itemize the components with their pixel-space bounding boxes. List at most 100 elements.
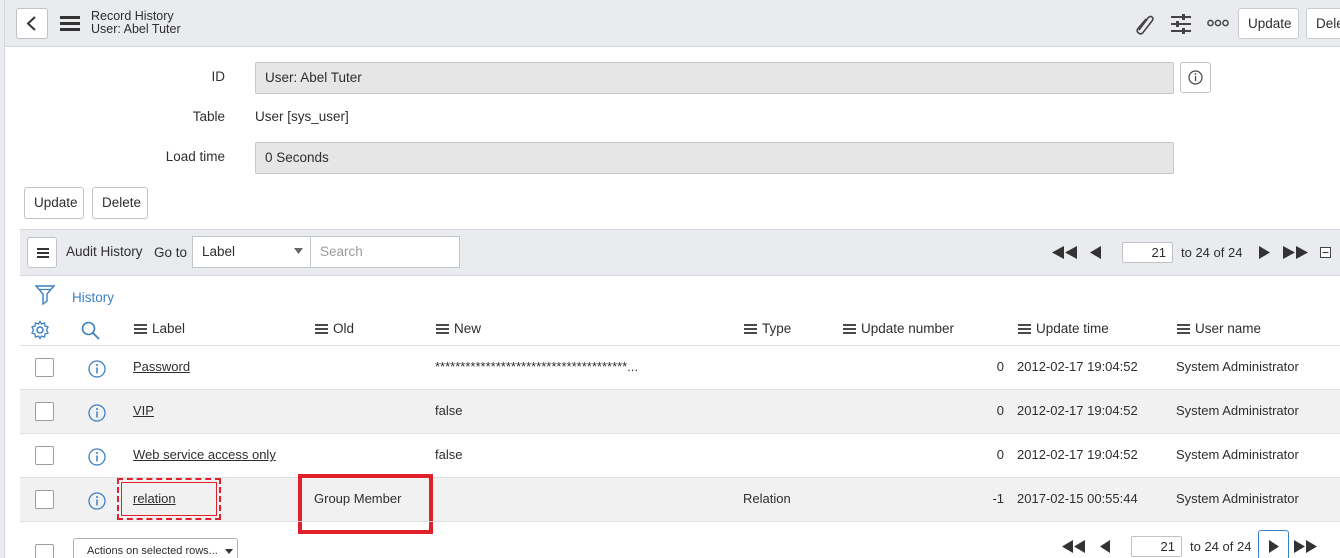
hamburger-menu-icon[interactable] [60,16,80,32]
update-number: 0 [996,359,1004,374]
reference-info-button[interactable] [1180,62,1211,93]
last-page-icon[interactable] [1283,246,1309,259]
label-link[interactable]: VIP [133,403,154,418]
next-page-icon [1269,540,1279,553]
settings-sliders-icon[interactable] [1170,12,1192,36]
type-value: Relation [743,491,791,506]
header-delete-button[interactable]: Dele [1306,8,1340,39]
new-value: **************************************..… [435,359,639,374]
previous-page-icon[interactable] [1100,540,1111,553]
label-link[interactable]: Password [133,359,190,374]
delete-button[interactable]: Delete [92,187,148,219]
collapse-icon[interactable] [1320,247,1331,258]
column-header-label[interactable]: Label [134,321,185,336]
update-number: 0 [996,447,1004,462]
new-value: false [435,447,463,462]
info-cell [76,390,1340,433]
old-value: Group Member [314,491,402,506]
update-number: 0 [996,403,1004,418]
caret-down-icon [294,248,303,254]
column-header-new[interactable]: New [436,321,481,336]
goto-label: Go to [154,245,188,260]
row-checkbox[interactable] [35,490,54,509]
load-time-label: Load time [165,149,225,164]
user-name: System Administrator [1176,359,1299,374]
label-link[interactable]: Web service access only [133,447,276,462]
info-icon [1188,70,1203,85]
actions-label: Actions on selected rows... [87,545,218,557]
column-header-type[interactable]: Type [744,321,791,336]
list-title: Audit History [66,244,143,259]
table-row: Web service access only false 0 2012-02-… [20,433,1340,477]
header-subtitle: User: Abel Tuter [91,22,181,36]
row-checkbox[interactable] [35,446,54,465]
next-page-button[interactable] [1258,530,1289,558]
table-row: relation Group Member Relation -1 2017-0… [20,474,1340,534]
column-menu-icon[interactable] [744,323,757,334]
column-header-old[interactable]: Old [315,321,354,336]
update-button[interactable]: Update [24,187,84,219]
page-title: Record History User: Abel Tuter [91,10,181,36]
previous-page-icon[interactable] [1090,246,1102,259]
update-time: 2012-02-17 19:04:52 [1017,403,1138,418]
table-value: User [sys_user] [255,109,349,124]
goto-field-select[interactable]: Label [192,236,311,268]
more-options-icon[interactable] [1207,18,1229,28]
form-header: Record History User: Abel Tuter Update D… [5,0,1340,47]
column-header-update-number[interactable]: Update number [843,321,954,336]
goto-selected: Label [202,244,236,259]
filter-icon[interactable] [35,285,55,307]
load-time-field[interactable]: 0 Seconds [255,142,1174,174]
info-icon[interactable] [88,448,106,466]
hamburger-icon [37,248,49,258]
first-page-icon[interactable] [1052,246,1078,259]
user-name: System Administrator [1176,447,1299,462]
first-page-icon[interactable] [1062,540,1086,553]
update-time: 2017-02-15 00:55:44 [1017,491,1138,506]
row-checkbox[interactable] [35,358,54,377]
info-icon[interactable] [88,404,106,422]
page-input[interactable]: 21 [1131,536,1182,557]
column-menu-icon[interactable] [843,323,856,334]
last-page-icon[interactable] [1294,540,1318,553]
info-icon[interactable] [88,360,106,378]
id-field[interactable]: User: Abel Tuter [255,62,1174,94]
header-update-button[interactable]: Update [1238,8,1299,39]
update-time: 2012-02-17 19:04:52 [1017,447,1138,462]
caret-down-icon [225,549,233,554]
table-row: VIP false 0 2012-02-17 19:04:52 System A… [20,389,1340,433]
column-menu-icon[interactable] [1018,323,1031,334]
next-page-icon[interactable] [1259,246,1271,259]
chevron-left-icon [26,16,36,31]
list-toolbar: Audit History Go to Label Search 21 to 2… [20,229,1340,276]
gear-icon[interactable] [30,320,50,340]
column-header-user-name[interactable]: User name [1177,321,1261,336]
breadcrumb[interactable]: History [72,290,114,305]
search-icon[interactable] [81,321,100,340]
actions-select[interactable]: Actions on selected rows... [73,538,238,558]
update-number: -1 [992,491,1004,506]
column-header-update-time[interactable]: Update time [1018,321,1109,336]
user-name: System Administrator [1176,491,1299,506]
back-button[interactable] [16,8,48,39]
column-menu-icon[interactable] [1177,323,1190,334]
column-menu-icon[interactable] [134,323,147,334]
page-range: to 24 of 24 [1181,245,1243,260]
update-time: 2012-02-17 19:04:52 [1017,359,1138,374]
user-name: System Administrator [1176,403,1299,418]
page-input[interactable]: 21 [1122,242,1173,263]
label-link[interactable]: relation [133,491,176,506]
list-menu-button[interactable] [27,237,57,268]
new-value: false [435,403,463,418]
row-checkbox[interactable] [35,402,54,421]
paperclip-icon[interactable] [1133,12,1155,36]
column-menu-icon[interactable] [315,323,328,334]
search-input[interactable]: Search [310,236,460,268]
info-icon[interactable] [88,492,106,510]
id-label: ID [211,69,226,84]
select-all-checkbox[interactable] [35,544,54,558]
table-label: Table [192,109,225,124]
column-menu-icon[interactable] [436,323,449,334]
page-range: to 24 of 24 [1190,539,1252,554]
table-row: Password *******************************… [20,345,1340,389]
